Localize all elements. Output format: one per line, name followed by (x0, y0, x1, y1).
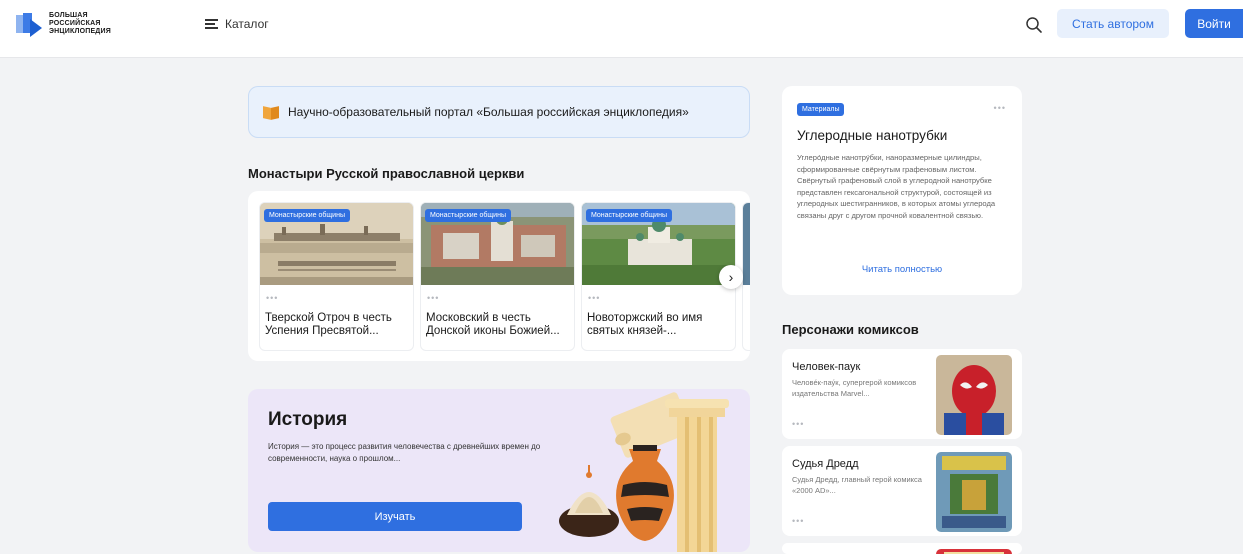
read-more-link[interactable]: Читать полностью (782, 264, 1022, 275)
more-options-icon[interactable]: ••• (792, 419, 804, 429)
comic-image (936, 355, 1012, 435)
become-author-button[interactable]: Стать автором (1057, 9, 1169, 38)
comic-description: Судья Дредд, главный герой комикса «2000… (792, 475, 922, 495)
category-tag[interactable]: Монастырские общины (264, 209, 350, 222)
catalog-button[interactable]: Каталог (205, 17, 269, 31)
category-tag[interactable]: Монастырские общины (425, 209, 511, 222)
monasteries-section-title: Монастыри Русской православной церкви (248, 166, 525, 181)
explore-button[interactable]: Изучать (268, 502, 522, 531)
monastery-title[interactable]: Тверской Отроч в честь Успения Пресвятой… (265, 312, 410, 338)
article-title[interactable]: Углеродные нанотрубки (797, 128, 947, 143)
comic-image (936, 549, 1012, 554)
monastery-title[interactable]: Новоторжский во имя святых князей-... (587, 312, 732, 338)
comic-card[interactable]: Судья Дредд Судья Дредд, главный герой к… (782, 446, 1022, 536)
comic-image (936, 452, 1012, 532)
comic-card-partial[interactable] (782, 543, 1022, 554)
search-icon[interactable] (1025, 16, 1043, 34)
menu-icon (205, 19, 218, 29)
monastery-title[interactable]: Московский в честь Донской иконы Божией.… (426, 312, 571, 338)
more-options-icon[interactable]: ••• (427, 293, 439, 303)
top-header: БОЛЬШАЯ РОССИЙСКАЯ ЭНЦИКЛОПЕДИЯ Каталог … (0, 0, 1243, 58)
monastery-card-partial[interactable] (742, 202, 750, 351)
portal-banner[interactable]: Научно-образовательный портал «Большая р… (248, 86, 750, 138)
monastery-card[interactable]: Монастырские общины ••• Тверской Отроч в… (259, 202, 414, 351)
logo-icon (16, 11, 44, 37)
comic-title[interactable]: Судья Дредд (792, 458, 859, 470)
more-options-icon[interactable]: ••• (266, 293, 278, 303)
monastery-card[interactable]: Монастырские общины ••• Новоторжский во … (581, 202, 736, 351)
login-button[interactable]: Войти (1185, 9, 1243, 38)
history-illustration (559, 392, 729, 552)
carousel-next-button[interactable]: › (719, 265, 743, 289)
more-options-icon[interactable]: ••• (588, 293, 600, 303)
comic-card[interactable]: Человек-паук Челове́к-пау́к, супергерой … (782, 349, 1022, 439)
logo-line-1: БОЛЬШАЯ (49, 12, 88, 19)
monastery-card[interactable]: Монастырские общины ••• Московский в чес… (420, 202, 575, 351)
site-logo[interactable]: БОЛЬШАЯ РОССИЙСКАЯ ЭНЦИКЛОПЕДИЯ (16, 11, 111, 37)
book-icon (263, 105, 280, 120)
monastery-image (743, 203, 750, 285)
catalog-label: Каталог (225, 17, 269, 31)
banner-text: Научно-образовательный портал «Большая р… (288, 105, 689, 119)
logo-line-3: ЭНЦИКЛОПЕДИЯ (49, 28, 111, 35)
article-tag[interactable]: Материалы (797, 103, 845, 116)
category-tag[interactable]: Монастырские общины (586, 209, 672, 222)
monasteries-carousel: Монастырские общины ••• Тверской Отроч в… (248, 191, 750, 361)
comics-section-title: Персонажи комиксов (782, 322, 919, 337)
more-options-icon[interactable]: ••• (994, 103, 1006, 113)
history-title: История (268, 409, 348, 430)
history-promo: История История — это процесс развития ч… (248, 389, 750, 552)
comic-description: Челове́к-пау́к, супергерой комиксов изда… (792, 378, 917, 398)
logo-text: БОЛЬШАЯ РОССИЙСКАЯ ЭНЦИКЛОПЕДИЯ (49, 12, 111, 36)
comic-title[interactable]: Человек-паук (792, 361, 860, 373)
logo-line-2: РОССИЙСКАЯ (49, 20, 101, 27)
featured-article-card[interactable]: Материалы ••• Углеродные нанотрубки Угле… (782, 86, 1022, 295)
article-text: Углеро́дные нанотру́бки, наноразмерные ц… (797, 153, 996, 220)
history-description: История — это процесс развития человечес… (268, 442, 541, 463)
more-options-icon[interactable]: ••• (792, 516, 804, 526)
